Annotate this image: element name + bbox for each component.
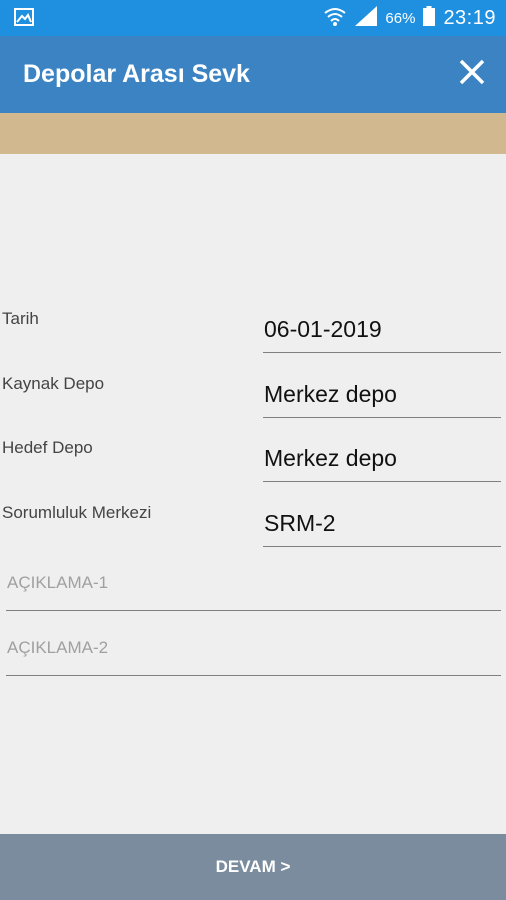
- date-field[interactable]: 06-01-2019: [263, 309, 501, 353]
- source-warehouse-field[interactable]: Merkez depo: [263, 374, 501, 418]
- page-title: Depolar Arası Sevk: [23, 60, 250, 88]
- responsibility-center-label: Sorumluluk Merkezi: [2, 503, 152, 522]
- date-label: Tarih: [2, 309, 39, 328]
- source-warehouse-label: Kaynak Depo: [2, 374, 105, 393]
- form-row-kaynak-depo: Kaynak Depo Merkez depo: [0, 374, 506, 434]
- battery-percent: 66%: [385, 9, 416, 27]
- status-time: 23:19: [443, 6, 496, 29]
- close-icon: [458, 58, 486, 91]
- gallery-icon: [14, 8, 34, 26]
- app-bar: Depolar Arası Sevk: [0, 36, 506, 113]
- target-warehouse-field[interactable]: Merkez depo: [263, 438, 501, 482]
- description-2-input[interactable]: AÇIKLAMA-2: [6, 628, 501, 676]
- header-band: [0, 113, 506, 154]
- form-row-tarih: Tarih 06-01-2019: [0, 309, 506, 369]
- form-row-hedef-depo: Hedef Depo Merkez depo: [0, 438, 506, 498]
- form-row-sorumluluk-merkezi: Sorumluluk Merkezi SRM-2: [0, 503, 506, 563]
- status-bar: 66% 23:19: [0, 0, 506, 36]
- description-1-input[interactable]: AÇIKLAMA-1: [6, 563, 501, 611]
- target-warehouse-label: Hedef Depo: [2, 438, 93, 457]
- signal-icon: [355, 5, 378, 31]
- continue-button[interactable]: DEVAM >: [0, 834, 506, 900]
- close-button[interactable]: [452, 54, 492, 94]
- battery-icon: [423, 5, 436, 31]
- wifi-icon: [323, 5, 347, 32]
- responsibility-center-field[interactable]: SRM-2: [263, 503, 501, 547]
